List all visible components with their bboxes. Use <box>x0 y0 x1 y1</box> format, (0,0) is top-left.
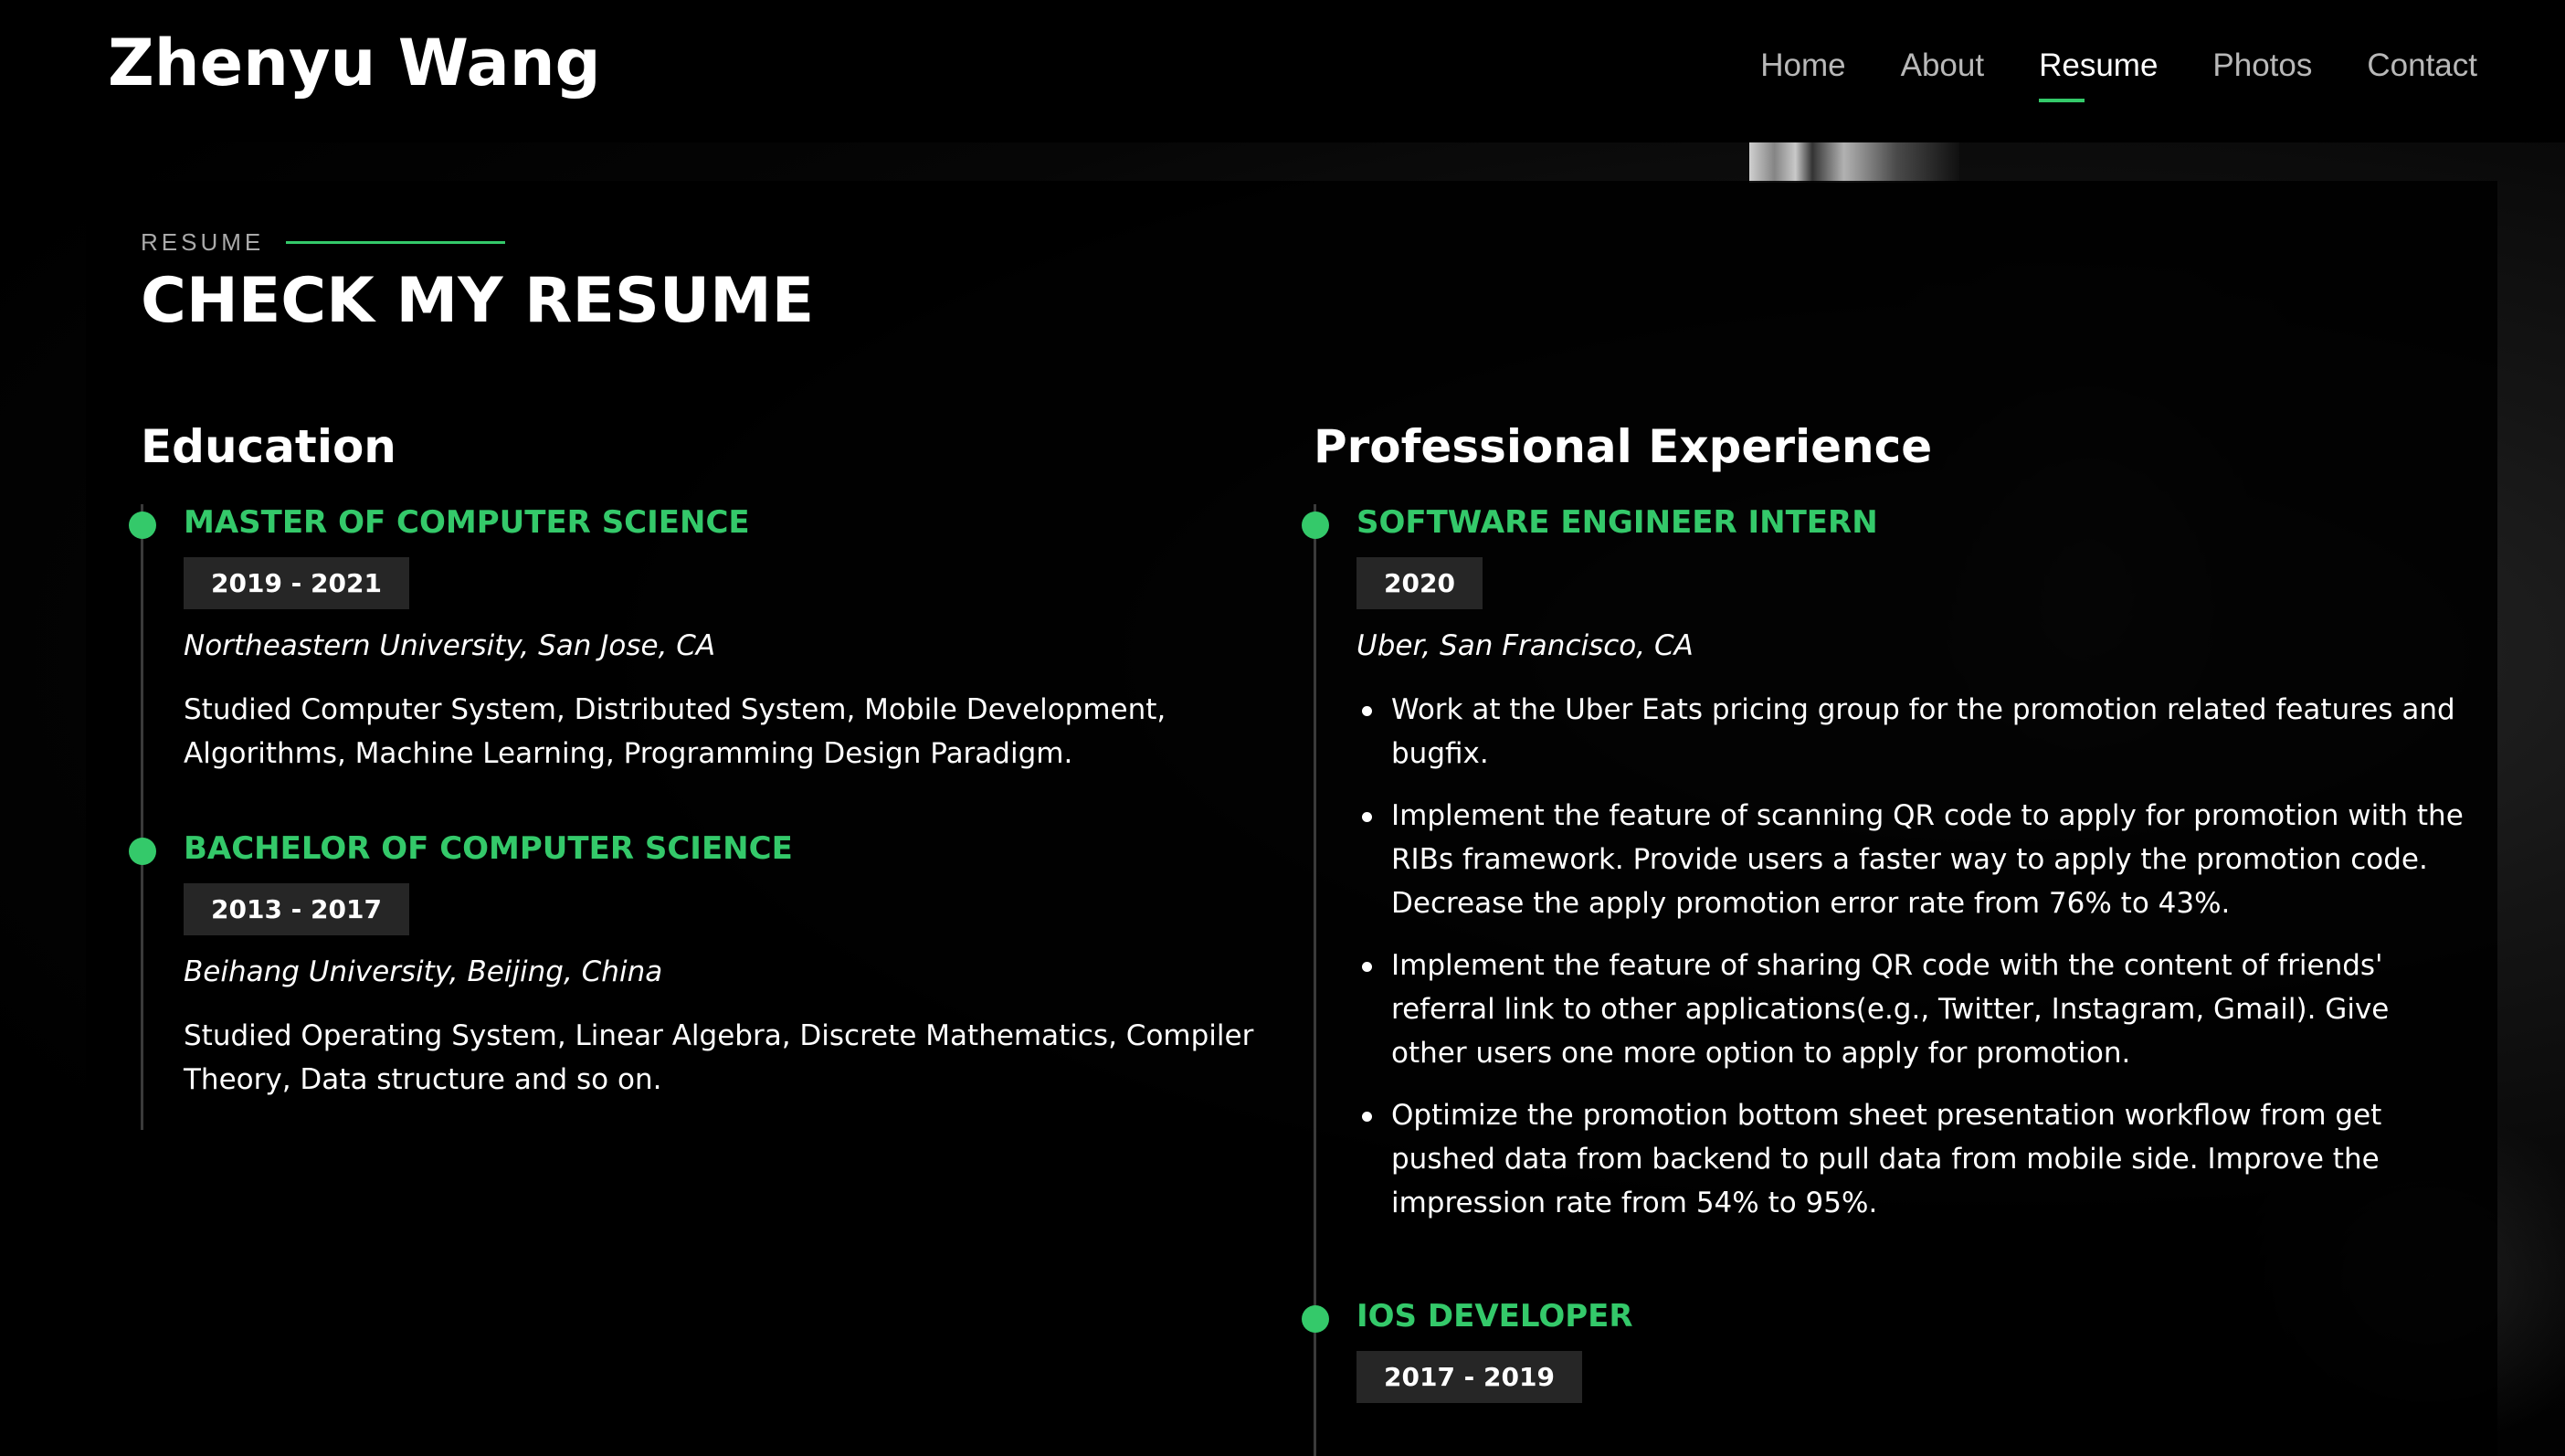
nav-home[interactable]: Home <box>1760 47 1845 84</box>
experience-column: Professional Experience SOFTWARE ENGINEE… <box>1302 420 2501 1456</box>
item-date-badge: 2013 - 2017 <box>184 883 409 935</box>
experience-timeline: SOFTWARE ENGINEER INTERN 2020 Uber, San … <box>1302 504 2501 1456</box>
item-title: IOS DEVELOPER <box>1356 1298 1633 1335</box>
nav-contact[interactable]: Contact <box>2367 47 2477 84</box>
timeline-dot <box>1302 1305 1329 1333</box>
item-description: Studied Computer System, Distributed Sys… <box>184 693 1166 770</box>
bullet-item: Implement the feature of scanning QR cod… <box>1362 794 2469 925</box>
item-bullet-list: Work at the Uber Eats pricing group for … <box>1356 688 2501 1225</box>
item-title: SOFTWARE ENGINEER INTERN <box>1356 504 1878 541</box>
resume-section: RESUME CHECK MY RESUME Education MASTER … <box>86 181 2497 1456</box>
experience-item: SOFTWARE ENGINEER INTERN 2020 Uber, San … <box>1302 504 2501 1298</box>
main-nav: Home About Resume Photos Contact <box>1760 47 2477 102</box>
item-description: Studied Operating System, Linear Algebra… <box>184 1019 1254 1096</box>
timeline-dot <box>129 838 156 865</box>
bullet-item: Implement the feature of sharing QR code… <box>1362 944 2469 1075</box>
education-timeline: MASTER OF COMPUTER SCIENCE 2019 - 2021 N… <box>129 504 1273 1130</box>
item-date-badge: 2020 <box>1356 557 1483 609</box>
bullet-item: Optimize the promotion bottom sheet pres… <box>1362 1093 2469 1225</box>
timeline-dot <box>1302 512 1329 539</box>
site-header: Zhenyu Wang Home About Resume Photos Con… <box>0 0 2565 142</box>
education-column: Education MASTER OF COMPUTER SCIENCE 201… <box>129 420 1273 1130</box>
section-label-line <box>286 241 506 244</box>
item-title: MASTER OF COMPUTER SCIENCE <box>184 504 750 541</box>
nav-photos[interactable]: Photos <box>2212 47 2312 84</box>
item-date-badge: 2019 - 2021 <box>184 557 409 609</box>
education-item: MASTER OF COMPUTER SCIENCE 2019 - 2021 N… <box>129 504 1273 830</box>
item-place: Uber, San Francisco, CA <box>1356 629 1694 662</box>
nav-about[interactable]: About <box>1901 47 1984 84</box>
item-date-badge: 2017 - 2019 <box>1356 1351 1582 1403</box>
bullet-item: Work at the Uber Eats pricing group for … <box>1362 688 2469 775</box>
section-label: RESUME <box>141 228 506 257</box>
section-title: CHECK MY RESUME <box>141 265 815 337</box>
experience-title: Professional Experience <box>1314 420 1933 473</box>
item-title: BACHELOR OF COMPUTER SCIENCE <box>184 830 793 867</box>
timeline-dot <box>129 512 156 539</box>
nav-resume[interactable]: Resume <box>2039 47 2158 102</box>
section-label-text: RESUME <box>141 228 265 256</box>
page: Zhenyu Wang Home About Resume Photos Con… <box>0 0 2565 1456</box>
background-photo-highlight <box>1749 142 1959 183</box>
item-place: Northeastern University, San Jose, CA <box>184 629 716 662</box>
item-place: Beihang University, Beijing, China <box>184 955 663 988</box>
experience-item: IOS DEVELOPER 2017 - 2019 <box>1302 1298 2501 1456</box>
education-item: BACHELOR OF COMPUTER SCIENCE 2013 - 2017… <box>129 830 1273 1156</box>
education-title: Education <box>141 420 396 473</box>
site-logo[interactable]: Zhenyu Wang <box>108 26 601 100</box>
